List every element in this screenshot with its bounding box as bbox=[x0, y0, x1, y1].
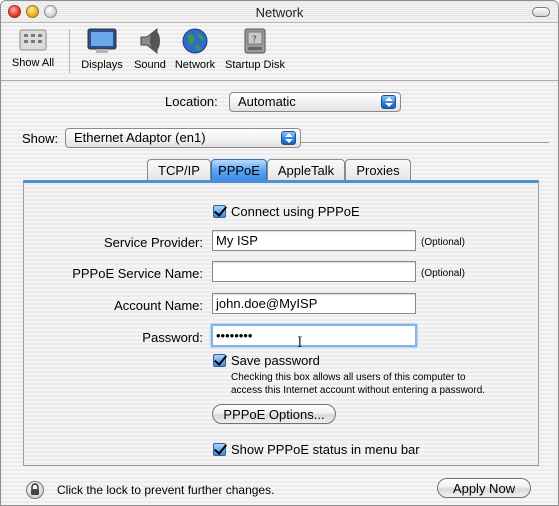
padlock-icon bbox=[31, 483, 39, 495]
tab-label: AppleTalk bbox=[277, 163, 335, 178]
connect-pppoe-checkbox[interactable] bbox=[213, 205, 226, 218]
svg-text:?: ? bbox=[252, 35, 257, 45]
preferences-toolbar: Show All Displays Sound Network ? Startu… bbox=[1, 23, 558, 81]
service-provider-optional-hint: (Optional) bbox=[421, 237, 465, 248]
service-name-field[interactable] bbox=[212, 261, 416, 282]
tab-tcpip[interactable]: TCP/IP bbox=[147, 159, 211, 181]
save-password-label: Save password bbox=[231, 353, 320, 368]
location-popup-value: Automatic bbox=[238, 94, 296, 109]
show-status-checkbox[interactable] bbox=[213, 443, 226, 456]
tab-label: TCP/IP bbox=[158, 163, 200, 178]
toolbar-item-label: Displays bbox=[81, 59, 123, 71]
toolbar-toggle-button[interactable] bbox=[532, 7, 550, 17]
sound-icon bbox=[140, 27, 160, 55]
displays-icon bbox=[87, 28, 117, 53]
popup-arrows-icon bbox=[381, 95, 396, 109]
lock-message: Click the lock to prevent further change… bbox=[57, 483, 275, 497]
toolbar-item-label: Network bbox=[174, 59, 216, 71]
service-provider-value: My ISP bbox=[216, 233, 258, 248]
save-password-help-line-1: Checking this box allows all users of th… bbox=[231, 372, 466, 383]
password-label: Password: bbox=[142, 330, 203, 345]
pppoe-options-label: PPPoE Options... bbox=[223, 407, 325, 422]
divider bbox=[301, 142, 549, 143]
toolbar-item-label: Sound bbox=[134, 59, 166, 71]
toolbar-item-displays[interactable]: Displays bbox=[77, 27, 127, 71]
password-field[interactable]: •••••••• bbox=[211, 324, 417, 347]
toolbar-item-sound[interactable]: Sound bbox=[130, 27, 170, 71]
title-bar[interactable]: Network bbox=[1, 1, 558, 23]
save-password-checkbox[interactable] bbox=[213, 354, 226, 367]
service-provider-label: Service Provider: bbox=[104, 235, 203, 250]
popup-arrows-icon bbox=[281, 131, 296, 145]
account-name-label: Account Name: bbox=[114, 298, 203, 313]
text-cursor-icon: I bbox=[297, 335, 303, 351]
show-all-icon bbox=[19, 29, 47, 51]
show-popup[interactable]: Ethernet Adaptor (en1) bbox=[65, 128, 301, 148]
toolbar-item-show-all[interactable]: Show All bbox=[5, 27, 61, 69]
password-value: •••••••• bbox=[216, 328, 253, 343]
location-label: Location: bbox=[165, 94, 218, 109]
service-name-optional-hint: (Optional) bbox=[421, 268, 465, 279]
service-provider-field[interactable]: My ISP bbox=[212, 230, 416, 251]
tab-pppoe[interactable]: PPPoE bbox=[211, 159, 267, 181]
toolbar-separator bbox=[69, 29, 70, 73]
connect-pppoe-label: Connect using PPPoE bbox=[231, 204, 360, 219]
startup-disk-icon: ? bbox=[244, 28, 266, 54]
apply-now-label: Apply Now bbox=[452, 481, 516, 496]
tab-appletalk[interactable]: AppleTalk bbox=[267, 159, 345, 181]
location-popup[interactable]: Automatic bbox=[229, 92, 401, 112]
tab-label: Proxies bbox=[356, 163, 400, 178]
save-password-help-line-2: access this Internet account without ent… bbox=[231, 385, 486, 396]
toolbar-item-label: Show All bbox=[11, 57, 55, 69]
window-title: Network bbox=[255, 5, 304, 20]
network-preferences-window: Network Show All Displays Sound Network … bbox=[0, 0, 559, 506]
tab-label: PPPoE bbox=[218, 163, 260, 178]
account-name-field[interactable]: john.doe@MyISP bbox=[212, 293, 416, 314]
toolbar-item-network[interactable]: Network bbox=[171, 27, 219, 71]
toolbar-item-startup-disk[interactable]: ? Startup Disk bbox=[220, 27, 290, 71]
lock-icon[interactable] bbox=[26, 481, 44, 499]
network-icon bbox=[182, 28, 208, 54]
show-status-label: Show PPPoE status in menu bar bbox=[231, 442, 420, 457]
show-popup-value: Ethernet Adaptor (en1) bbox=[74, 130, 206, 145]
toolbar-item-label: Startup Disk bbox=[225, 59, 285, 71]
tab-proxies[interactable]: Proxies bbox=[345, 159, 411, 181]
pppoe-options-button[interactable]: PPPoE Options... bbox=[212, 404, 336, 424]
service-name-label: PPPoE Service Name: bbox=[72, 266, 203, 281]
apply-now-button[interactable]: Apply Now bbox=[437, 478, 531, 498]
account-name-value: john.doe@MyISP bbox=[216, 296, 318, 311]
show-label: Show: bbox=[22, 131, 59, 146]
